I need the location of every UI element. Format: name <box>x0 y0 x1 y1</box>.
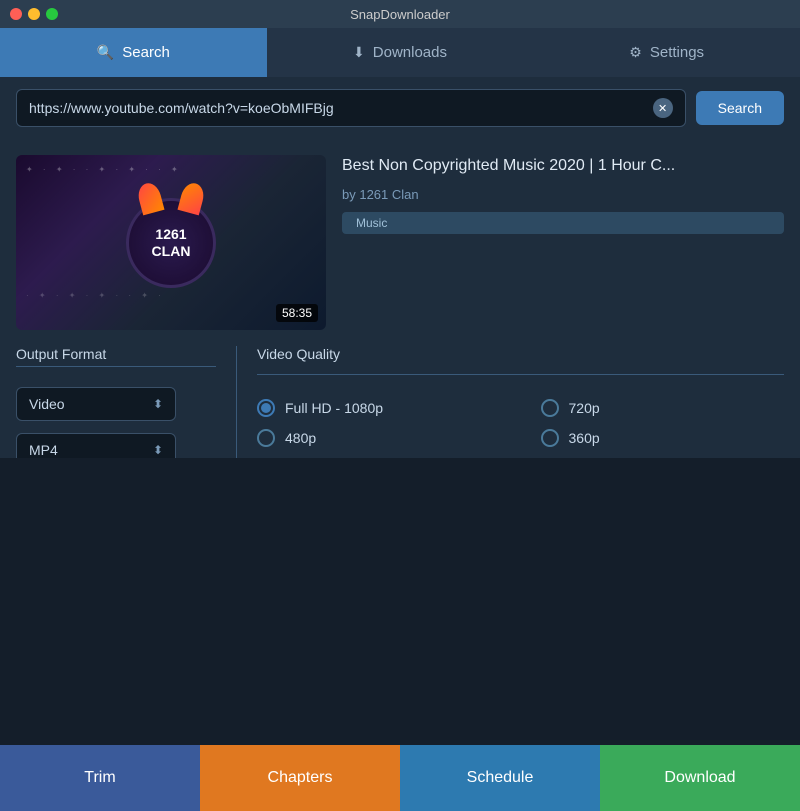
tab-settings[interactable]: ⚙ Settings <box>533 28 800 77</box>
settings-tab-icon: ⚙ <box>629 44 642 61</box>
downloads-tab-icon: ⬇ <box>353 44 365 61</box>
tab-bar: 🔍 Search ⬇ Downloads ⚙ Settings <box>0 28 800 77</box>
channel-logo: 1261CLAN <box>126 198 216 288</box>
ear-left <box>135 180 164 215</box>
quality-option-720p[interactable]: 720p <box>541 399 785 417</box>
logo-ears <box>129 183 213 213</box>
channel-logo-text: 1261CLAN <box>152 226 191 260</box>
quality-option-360p[interactable]: 360p <box>541 429 785 447</box>
tab-downloads-label: Downloads <box>373 44 447 61</box>
format-select[interactable]: Video ⬍ <box>16 387 176 421</box>
video-title: Best Non Copyrighted Music 2020 | 1 Hour… <box>342 155 784 177</box>
radio-720p[interactable] <box>541 399 559 417</box>
search-tab-icon: 🔍 <box>97 44 114 61</box>
maximize-button[interactable] <box>46 8 58 20</box>
video-card: 1261CLAN 58:35 Best Non Copyrighted Musi… <box>16 155 784 330</box>
download-button[interactable]: Download <box>600 745 800 811</box>
video-quality-divider <box>257 374 784 375</box>
url-bar: ✕ Search <box>0 77 800 139</box>
format-value: Video <box>29 396 65 412</box>
schedule-button[interactable]: Schedule <box>400 745 600 811</box>
vertical-divider <box>236 346 237 458</box>
codec-value: MP4 <box>29 442 58 458</box>
video-quality-label: Video Quality <box>257 346 784 362</box>
trim-button[interactable]: Trim <box>0 745 200 811</box>
radio-1080p[interactable] <box>257 399 275 417</box>
url-clear-button[interactable]: ✕ <box>653 98 673 118</box>
quality-label-360p: 360p <box>569 430 600 446</box>
video-quality-panel: Video Quality Full HD - 1080p 720p 480p <box>257 346 784 458</box>
format-arrow-icon: ⬍ <box>153 397 163 411</box>
tab-search[interactable]: 🔍 Search <box>0 28 267 77</box>
options-section: Output Format Video ⬍ MP4 ⬍ Subtitle Eng… <box>16 346 784 458</box>
video-tag: Music <box>342 212 784 234</box>
chapters-button[interactable]: Chapters <box>200 745 400 811</box>
output-format-divider <box>16 366 216 367</box>
minimize-button[interactable] <box>28 8 40 20</box>
quality-grid: Full HD - 1080p 720p 480p 360p 240p <box>257 399 784 458</box>
tab-settings-label: Settings <box>650 44 704 61</box>
video-info: Best Non Copyrighted Music 2020 | 1 Hour… <box>342 155 784 234</box>
url-input[interactable] <box>29 100 653 116</box>
radio-360p[interactable] <box>541 429 559 447</box>
quality-option-480p[interactable]: 480p <box>257 429 501 447</box>
codec-select[interactable]: MP4 ⬍ <box>16 433 176 458</box>
radio-inner-1080p <box>261 403 271 413</box>
url-input-wrapper: ✕ <box>16 89 686 127</box>
video-author: by 1261 Clan <box>342 187 784 202</box>
video-duration: 58:35 <box>276 304 318 322</box>
quality-label-480p: 480p <box>285 430 316 446</box>
quality-label-720p: 720p <box>569 400 600 416</box>
main-content: 1261CLAN 58:35 Best Non Copyrighted Musi… <box>0 139 800 458</box>
codec-arrow-icon: ⬍ <box>153 443 163 457</box>
radio-480p[interactable] <box>257 429 275 447</box>
quality-option-1080p[interactable]: Full HD - 1080p <box>257 399 501 417</box>
quality-label-1080p: Full HD - 1080p <box>285 400 383 416</box>
tab-downloads[interactable]: ⬇ Downloads <box>267 28 534 77</box>
ear-right <box>177 180 206 215</box>
app-title: SnapDownloader <box>350 7 450 22</box>
close-button[interactable] <box>10 8 22 20</box>
window-controls[interactable] <box>10 8 58 20</box>
search-button[interactable]: Search <box>696 91 784 125</box>
output-format-label: Output Format <box>16 346 216 362</box>
bottom-toolbar: Trim Chapters Schedule Download <box>0 745 800 811</box>
tab-search-label: Search <box>122 44 170 61</box>
video-thumbnail: 1261CLAN 58:35 <box>16 155 326 330</box>
output-format-panel: Output Format Video ⬍ MP4 ⬍ Subtitle Eng… <box>16 346 216 458</box>
bottom-spacer <box>0 458 800 745</box>
title-bar: SnapDownloader <box>0 0 800 28</box>
